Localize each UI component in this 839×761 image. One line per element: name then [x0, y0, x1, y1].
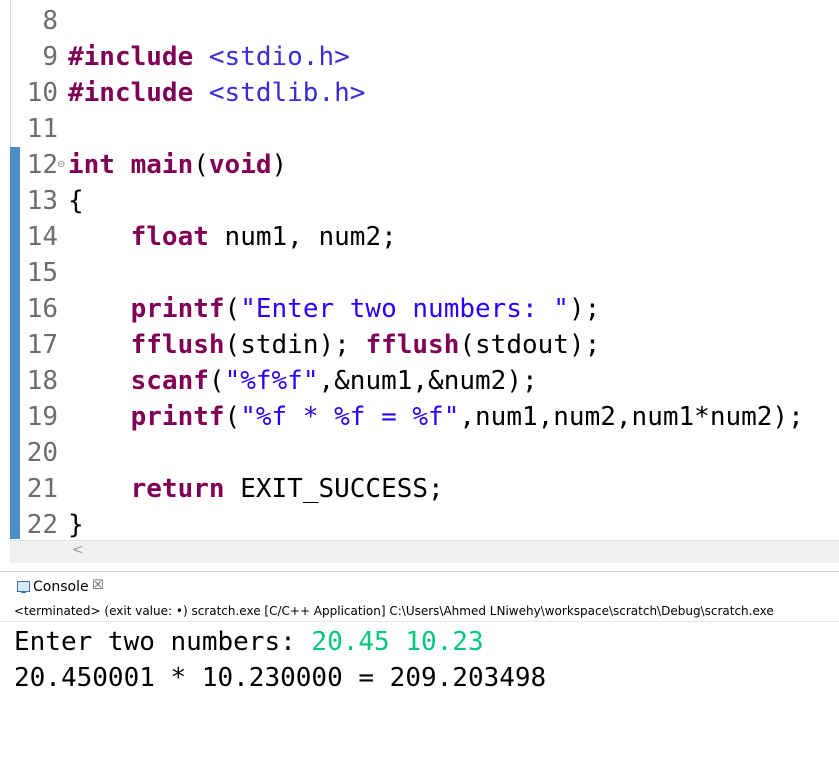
code-string: <stdlib.h> [208, 78, 366, 108]
line-number: 17 [26, 330, 58, 360]
code-text: fflush(stdin); fflush(stdout); [68, 327, 601, 363]
code-text: #include <stdio.h> [68, 39, 350, 75]
line-number: 10 [26, 78, 58, 108]
code-editor[interactable]: 8 9 #include <stdio.h> 10 #include <stdlib.h… [0, 0, 839, 563]
line-number: 22 [26, 510, 58, 540]
line-number: 16 [26, 294, 58, 324]
code-token: ( [193, 150, 209, 180]
code-string: "Enter two numbers: " [240, 294, 569, 324]
code-line[interactable]: 17 fflush(stdin); fflush(stdout); [0, 327, 839, 363]
console-tab-bar: Console ☒ [0, 571, 839, 602]
horizontal-scrollbar[interactable]: < [10, 540, 839, 563]
code-token: (stdin); [224, 330, 366, 360]
line-number: 13 [26, 186, 58, 216]
code-token: ) [271, 150, 288, 180]
line-number: 9 [42, 42, 58, 72]
code-text: #include <stdlib.h> [68, 75, 365, 111]
code-text: printf("Enter two numbers: "); [68, 291, 601, 327]
code-token: ,&num1,&num2); [318, 366, 538, 396]
code-token: num1, num2; [208, 222, 397, 252]
code-token: } [68, 510, 84, 540]
line-number: 14 [26, 222, 58, 252]
code-line[interactable]: 14 float num1, num2; [0, 219, 839, 255]
code-text: { [68, 183, 84, 219]
code-token: ( [224, 294, 241, 324]
line-number: 8 [42, 6, 58, 36]
code-token: ( [224, 402, 241, 432]
code-text: scanf("%f%f",&num1,&num2); [68, 363, 538, 399]
code-token: ); [568, 294, 601, 324]
code-token: { [68, 186, 84, 216]
console-divider [0, 621, 839, 622]
close-icon[interactable]: ☒ [92, 577, 104, 595]
code-text: float num1, num2; [68, 219, 397, 255]
code-keyword: #include [68, 78, 194, 108]
code-line[interactable]: 16 printf("Enter two numbers: "); [0, 291, 839, 327]
console-status-text: <terminated> (exit value: •) scratch.exe… [14, 604, 774, 618]
code-token: ( [208, 366, 225, 396]
code-text: printf("%f * %f = %f",num1,num2,num1*num… [68, 399, 804, 435]
line-number: 20 [26, 438, 58, 468]
code-keyword: printf [130, 402, 225, 432]
code-keyword: scanf [130, 366, 209, 396]
code-line[interactable]: 11 [0, 111, 839, 147]
line-number: 11 [26, 114, 58, 144]
code-line[interactable]: 10 #include <stdlib.h> [0, 75, 839, 111]
code-line[interactable]: 13 { [0, 183, 839, 219]
code-line[interactable]: 8 [0, 3, 839, 39]
code-token: (stdout); [459, 330, 601, 360]
console-icon [17, 581, 30, 593]
console-user-input: 20.45 10.23 [311, 627, 484, 657]
line-number: 12 [26, 150, 58, 180]
code-keyword: #include [68, 42, 194, 72]
code-line[interactable]: 15 [0, 255, 839, 291]
fold-toggle-icon[interactable]: ⊖ [57, 160, 65, 170]
line-number: 19 [26, 402, 58, 432]
code-keyword: float [130, 222, 209, 252]
code-text: return EXIT_SUCCESS; [68, 471, 444, 507]
code-line[interactable]: 18 scanf("%f%f",&num1,&num2); [0, 363, 839, 399]
line-number: 21 [26, 474, 58, 504]
code-line[interactable]: 22} [0, 507, 839, 543]
scroll-left-icon[interactable]: < [72, 542, 84, 558]
code-keyword: fflush [365, 330, 460, 360]
code-token: ,num1,num2,num1*num2); [459, 402, 804, 432]
code-line[interactable]: 19 printf("%f * %f = %f",num1,num2,num1*… [0, 399, 839, 435]
code-string: "%f * %f = %f" [240, 402, 460, 432]
line-number: 15 [26, 258, 58, 288]
code-keyword: main [130, 150, 194, 180]
console-tab-label[interactable]: Console [33, 578, 89, 596]
console-prompt-text: Enter two numbers: [14, 627, 312, 657]
line-number: 18 [26, 366, 58, 396]
console-output-line-2: 20.450001 * 10.230000 = 209.203498 [14, 663, 547, 693]
code-text: int main(void) [68, 147, 287, 183]
code-line[interactable]: 21 return EXIT_SUCCESS; [0, 471, 839, 507]
code-keyword: int [68, 150, 115, 180]
code-text: } [68, 507, 84, 543]
code-token: EXIT_SUCCESS; [224, 474, 444, 504]
code-line[interactable]: 12 ⊖ int main(void) [0, 147, 839, 183]
code-line[interactable]: 20 [0, 435, 839, 471]
code-string: <stdio.h> [208, 42, 350, 72]
code-keyword: void [208, 150, 272, 180]
code-string: "%f%f" [224, 366, 319, 396]
console-output-line-1: Enter two numbers: 20.45 10.23 [14, 625, 484, 659]
code-keyword: printf [130, 294, 225, 324]
code-keyword: fflush [130, 330, 225, 360]
code-line[interactable]: 9 #include <stdio.h> [0, 39, 839, 75]
code-keyword: return [130, 474, 225, 504]
